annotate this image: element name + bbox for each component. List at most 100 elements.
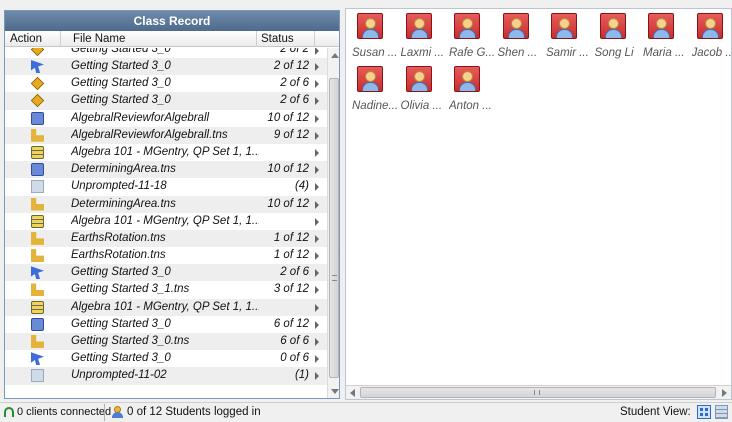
expand-arrow-icon[interactable] [315, 97, 319, 106]
collect-icon [31, 128, 44, 142]
expand-arrow-icon[interactable] [315, 114, 319, 123]
student-avatar-icon [405, 13, 432, 39]
column-header-file-name[interactable]: File Name [61, 31, 257, 47]
file-name: Getting Started 3_0 [71, 317, 171, 330]
student-tile[interactable]: Maria ... [643, 9, 693, 63]
student-tile[interactable]: Laxmi ... [401, 9, 451, 63]
student-tile[interactable]: Samir ... [546, 9, 596, 63]
file-name: Getting Started 3_0.tns [71, 335, 190, 347]
column-header-action[interactable]: Action [5, 31, 61, 47]
table-row[interactable]: EarthsRotation.tns 1 of 12 [5, 229, 327, 248]
table-row[interactable]: AlgebralReviewforAlgebrall.tns 9 of 12 [5, 126, 327, 144]
table-row[interactable]: Getting Started 3_0 2 of 2 [5, 48, 327, 58]
file-name: EarthsRotation.tns [71, 249, 166, 262]
scroll-left-arrow-icon[interactable] [350, 389, 355, 397]
expand-arrow-icon[interactable] [315, 355, 319, 364]
table-row[interactable]: EarthsRotation.tns 1 of 12 [5, 247, 327, 264]
clients-connected-label: 0 clients connected [17, 406, 112, 418]
student-name: Olivia ... [400, 100, 443, 112]
student-avatar-icon [405, 66, 432, 92]
stack-icon [31, 145, 44, 159]
status-value: 3 of 12 [273, 283, 309, 296]
expand-arrow-icon[interactable] [315, 200, 319, 209]
thumb-grip-icon [332, 275, 337, 281]
scroll-down-arrow-icon[interactable] [331, 389, 339, 394]
file-name: DeterminingArea.tns [71, 163, 176, 176]
table-row[interactable]: Getting Started 3_0 6 of 12 [5, 316, 327, 333]
students-logged-in-label: 0 of 12 Students logged in [127, 406, 261, 418]
table-row[interactable]: Getting Started 3_0 2 of 6 [5, 92, 327, 110]
table-row[interactable]: Unprompted-11-02 (1) [5, 367, 327, 385]
student-tile[interactable]: Rafe G... [449, 9, 499, 63]
vertical-scrollbar[interactable] [327, 48, 339, 398]
expand-arrow-icon[interactable] [315, 252, 319, 261]
expand-arrow-icon[interactable] [315, 183, 319, 192]
student-name: Jacob ... [691, 47, 732, 59]
expand-arrow-icon[interactable] [315, 269, 319, 278]
file-name: Getting Started 3_0 [71, 77, 171, 90]
file-name: AlgebralReviewforAlgebrall.tns [71, 128, 228, 141]
grid-view-icon[interactable] [697, 405, 711, 419]
scroll-up-arrow-icon[interactable] [331, 53, 339, 58]
file-name: Getting Started 3_0 [71, 352, 171, 365]
table-row[interactable]: Getting Started 3_0 0 of 6 [5, 350, 327, 367]
file-name: Algebra 101 - MGentry, QP Set 1, 1... [71, 145, 259, 158]
table-row[interactable]: Algebra 101 - MGentry, QP Set 1, 1... [5, 298, 327, 316]
expand-arrow-icon[interactable] [315, 63, 319, 71]
expand-arrow-icon[interactable] [315, 303, 319, 312]
scroll-right-arrow-icon[interactable] [722, 389, 727, 397]
connection-icon [4, 407, 14, 417]
student-tile[interactable]: Olivia ... [401, 62, 451, 116]
column-header-spacer [315, 31, 339, 47]
expand-arrow-icon[interactable] [315, 80, 319, 89]
student-tile[interactable]: Anton ... [449, 62, 499, 116]
table-row[interactable]: DeterminingArea.tns 10 of 12 [5, 195, 327, 213]
document-icon [31, 317, 44, 331]
expand-arrow-icon[interactable] [315, 286, 319, 295]
table-row[interactable]: Algebra 101 - MGentry, QP Set 1, 1... [5, 144, 327, 161]
table-row[interactable]: Getting Started 3_0 2 of 6 [5, 264, 327, 282]
student-avatar-icon [454, 13, 480, 39]
thumb-grip-icon [534, 390, 540, 395]
expand-arrow-icon[interactable] [315, 148, 319, 157]
table-row[interactable]: DeterminingArea.tns 10 of 12 [5, 161, 327, 179]
table-row[interactable]: Unprompted-11-18 (4) [5, 178, 327, 195]
status-value: 9 of 12 [273, 128, 309, 141]
gear-icon [30, 48, 45, 57]
list-view-icon[interactable] [715, 405, 728, 419]
table-row[interactable]: Getting Started 3_0 2 of 6 [5, 75, 327, 92]
expand-arrow-icon[interactable] [315, 217, 319, 226]
student-avatar-icon [502, 13, 529, 39]
diamond-icon [30, 77, 45, 91]
collect-icon [31, 197, 44, 211]
column-header-status[interactable]: Status [257, 31, 315, 47]
expand-arrow-icon[interactable] [315, 131, 319, 140]
student-name: Song Li [594, 47, 634, 59]
table-row[interactable]: Algebra 101 - MGentry, QP Set 1, 1... [5, 213, 327, 230]
table-row[interactable]: Getting Started 3_1.tns 3 of 12 [5, 281, 327, 298]
status-value: 1 of 12 [273, 249, 309, 262]
status-value: 0 of 6 [280, 352, 309, 365]
expand-arrow-icon[interactable] [315, 48, 319, 55]
table-row[interactable]: AlgebralReviewforAlgebrall 10 of 12 [5, 110, 327, 127]
expand-arrow-icon[interactable] [315, 234, 319, 243]
status-separator [104, 404, 105, 421]
horizontal-scrollbar-thumb[interactable] [360, 387, 716, 398]
expand-arrow-icon[interactable] [315, 338, 319, 346]
students-logged-in: 0 of 12 Students logged in [112, 406, 261, 418]
student-tile[interactable]: Susan ... [352, 9, 402, 63]
student-tile[interactable]: Nadine... [352, 62, 402, 116]
student-tile[interactable]: Song Li [595, 9, 645, 63]
expand-arrow-icon[interactable] [315, 320, 319, 329]
horizontal-scrollbar[interactable] [346, 385, 731, 399]
student-tile[interactable]: Jacob ... [691, 9, 732, 63]
scrollbar-thumb[interactable] [329, 78, 339, 378]
stack-icon [31, 300, 44, 314]
table-row[interactable]: Getting Started 3_0 2 of 12 [5, 58, 327, 76]
expand-arrow-icon[interactable] [315, 166, 319, 175]
student-tile[interactable]: Shen ... [498, 9, 548, 63]
class-record-list: Getting Started 3_0 2 of 2 Getting Started… [5, 48, 327, 398]
collect-icon [31, 249, 44, 263]
expand-arrow-icon[interactable] [315, 372, 319, 381]
table-row[interactable]: Getting Started 3_0.tns 6 of 6 [5, 333, 327, 351]
